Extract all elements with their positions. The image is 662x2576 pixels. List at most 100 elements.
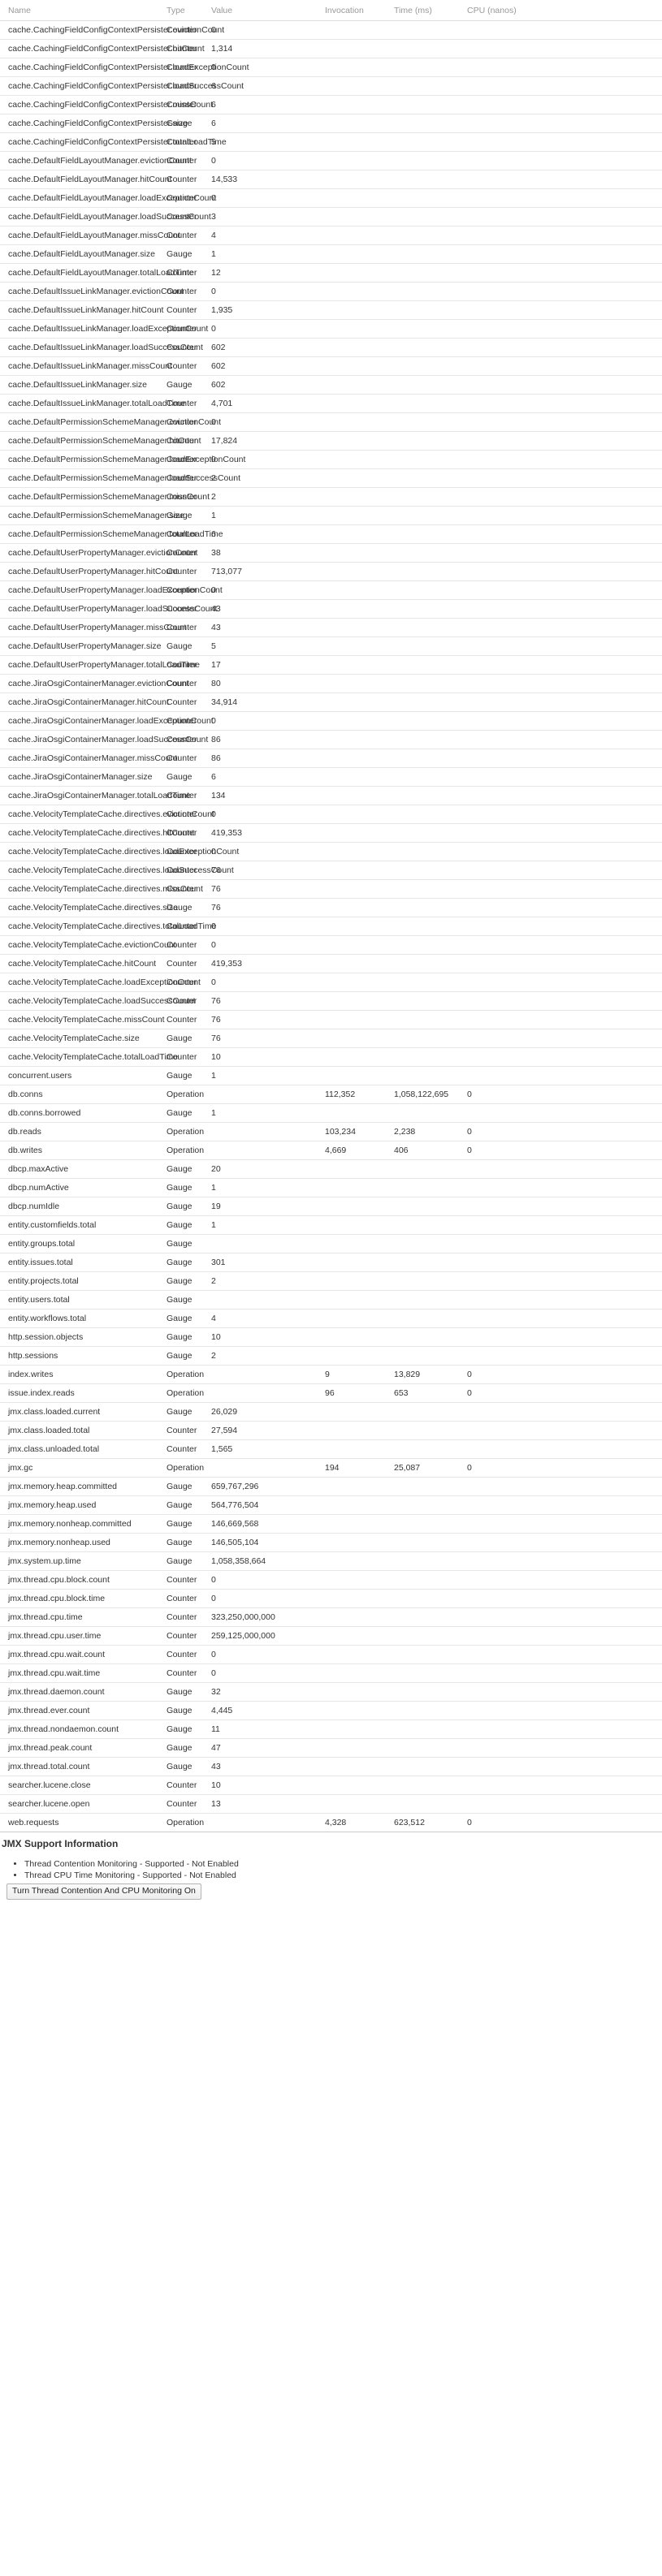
cell-cpu_nanos [467, 20, 662, 40]
cell-time_ms [394, 76, 467, 96]
cell-invocation [325, 543, 394, 563]
table-row: entity.projects.total Gauge 2 [0, 1271, 662, 1291]
cell-value: 43 [211, 599, 325, 619]
cell-time_ms [394, 1439, 467, 1459]
cell-invocation [325, 20, 394, 40]
table-row: db.reads Operation 103,234 2,238 0 [0, 1122, 662, 1141]
cell-cpu_nanos [467, 693, 662, 712]
cell-invocation [325, 917, 394, 936]
cell-type: Counter [167, 935, 211, 955]
cell-value: 27,594 [211, 1421, 325, 1440]
cell-cpu_nanos [467, 1215, 662, 1235]
cell-name: jmx.gc [0, 1458, 167, 1478]
column-header-value[interactable]: Value [211, 0, 325, 21]
cell-cpu_nanos [467, 1514, 662, 1534]
cell-type: Gauge [167, 1514, 211, 1534]
cell-value: 0 [211, 282, 325, 301]
cell-invocation [325, 1346, 394, 1366]
column-header-time-ms[interactable]: Time (ms) [394, 0, 467, 21]
cell-name: jmx.memory.nonheap.committed [0, 1514, 167, 1534]
cell-value: 26,029 [211, 1402, 325, 1422]
cell-name: db.writes [0, 1141, 167, 1160]
cell-time_ms [394, 431, 467, 451]
cell-type: Gauge [167, 1551, 211, 1571]
table-row: jmx.thread.cpu.block.time Counter 0 [0, 1589, 662, 1608]
cell-value: 10 [211, 1047, 325, 1067]
cell-time_ms [394, 711, 467, 731]
cell-time_ms [394, 1010, 467, 1029]
cell-invocation [325, 207, 394, 227]
table-row: jmx.memory.nonheap.committed Gauge 146,669… [0, 1514, 662, 1534]
cell-time_ms [394, 244, 467, 264]
cell-cpu_nanos [467, 226, 662, 245]
cell-name: jmx.thread.nondaemon.count [0, 1719, 167, 1739]
cell-cpu_nanos [467, 39, 662, 58]
cell-name: cache.DefaultUserPropertyManager.totalLo… [0, 655, 200, 675]
cell-time_ms [394, 170, 467, 189]
cell-type: Gauge [167, 506, 211, 525]
cell-name: entity.issues.total [0, 1253, 167, 1272]
cell-value: 2 [211, 1346, 325, 1366]
cell-type: Counter [167, 1776, 211, 1795]
cell-name: entity.users.total [0, 1290, 167, 1310]
cell-name: cache.VelocityTemplateCache.hitCount [0, 954, 167, 973]
cell-invocation [325, 562, 394, 581]
cell-invocation [325, 1290, 394, 1310]
table-row: http.session.objects Gauge 10 [0, 1327, 662, 1347]
cell-value: 1 [211, 1066, 325, 1085]
cell-type: Gauge [167, 1253, 211, 1272]
column-header-cpu-nanos[interactable]: CPU (nanos) [467, 0, 662, 21]
cell-time_ms [394, 1253, 467, 1272]
table-row: jmx.gc Operation 194 25,087 0 [0, 1458, 662, 1478]
cell-value [211, 1085, 325, 1104]
table-row: dbcp.maxActive Gauge 20 [0, 1159, 662, 1179]
cell-cpu_nanos [467, 1439, 662, 1459]
cell-value: 0 [211, 805, 325, 824]
cell-cpu_nanos [467, 879, 662, 899]
cell-value: 0 [211, 412, 325, 432]
cell-time_ms: 653 [394, 1383, 467, 1403]
cell-time_ms [394, 282, 467, 301]
cell-type: Counter [167, 991, 211, 1011]
turn-monitoring-on-button[interactable]: Turn Thread Contention And CPU Monitorin… [6, 1883, 201, 1900]
cell-time_ms [394, 1551, 467, 1571]
cell-invocation [325, 1253, 394, 1272]
column-header-invocation[interactable]: Invocation [325, 0, 394, 21]
cell-value: 10 [211, 1327, 325, 1347]
cell-cpu_nanos [467, 1495, 662, 1515]
cell-invocation [325, 1439, 394, 1459]
cell-name: cache.DefaultPermissionSchemeManager.mis… [0, 487, 210, 507]
table-row: index.writes Operation 9 13,829 0 [0, 1365, 662, 1384]
table-row: cache.DefaultUserPropertyManager.hitCoun… [0, 562, 662, 581]
column-header-type[interactable]: Type [167, 0, 211, 21]
table-row: cache.JiraOsgiContainerManager.totalLoad… [0, 786, 662, 805]
cell-name: cache.VelocityTemplateCache.directives.t… [0, 917, 216, 936]
table-row: jmx.thread.cpu.time Counter 323,250,000,00… [0, 1607, 662, 1627]
table-row: cache.DefaultPermissionSchemeManager.siz… [0, 506, 662, 525]
cell-value: 659,767,296 [211, 1477, 325, 1496]
cell-cpu_nanos [467, 394, 662, 413]
cell-cpu_nanos [467, 300, 662, 320]
table-row: cache.VelocityTemplateCache.directives.h… [0, 823, 662, 843]
cell-type: Gauge [167, 1327, 211, 1347]
cell-name: cache.DefaultIssueLinkManager.evictionCo… [0, 282, 184, 301]
cell-value: 5 [211, 636, 325, 656]
column-header-name[interactable]: Name [0, 0, 167, 21]
cell-value: 38 [211, 543, 325, 563]
cell-cpu_nanos [467, 282, 662, 301]
cell-name: jmx.thread.cpu.block.count [0, 1570, 167, 1590]
cell-value: 12 [211, 263, 325, 283]
cell-time_ms [394, 1421, 467, 1440]
cell-value: 17,824 [211, 431, 325, 451]
cell-time_ms [394, 1514, 467, 1534]
cell-type: Counter [167, 973, 211, 992]
cell-name: cache.DefaultFieldLayoutManager.eviction… [0, 151, 192, 170]
cell-value: 259,125,000,000 [211, 1626, 325, 1646]
cell-name: cache.JiraOsgiContainerManager.hitCount [0, 693, 169, 712]
cell-value: 419,353 [211, 823, 325, 843]
cell-type: Gauge [167, 1495, 211, 1515]
cell-invocation [325, 226, 394, 245]
table-row: cache.VelocityTemplateCache.totalLoadTim… [0, 1047, 662, 1067]
cell-invocation [325, 1402, 394, 1422]
cell-invocation [325, 580, 394, 600]
